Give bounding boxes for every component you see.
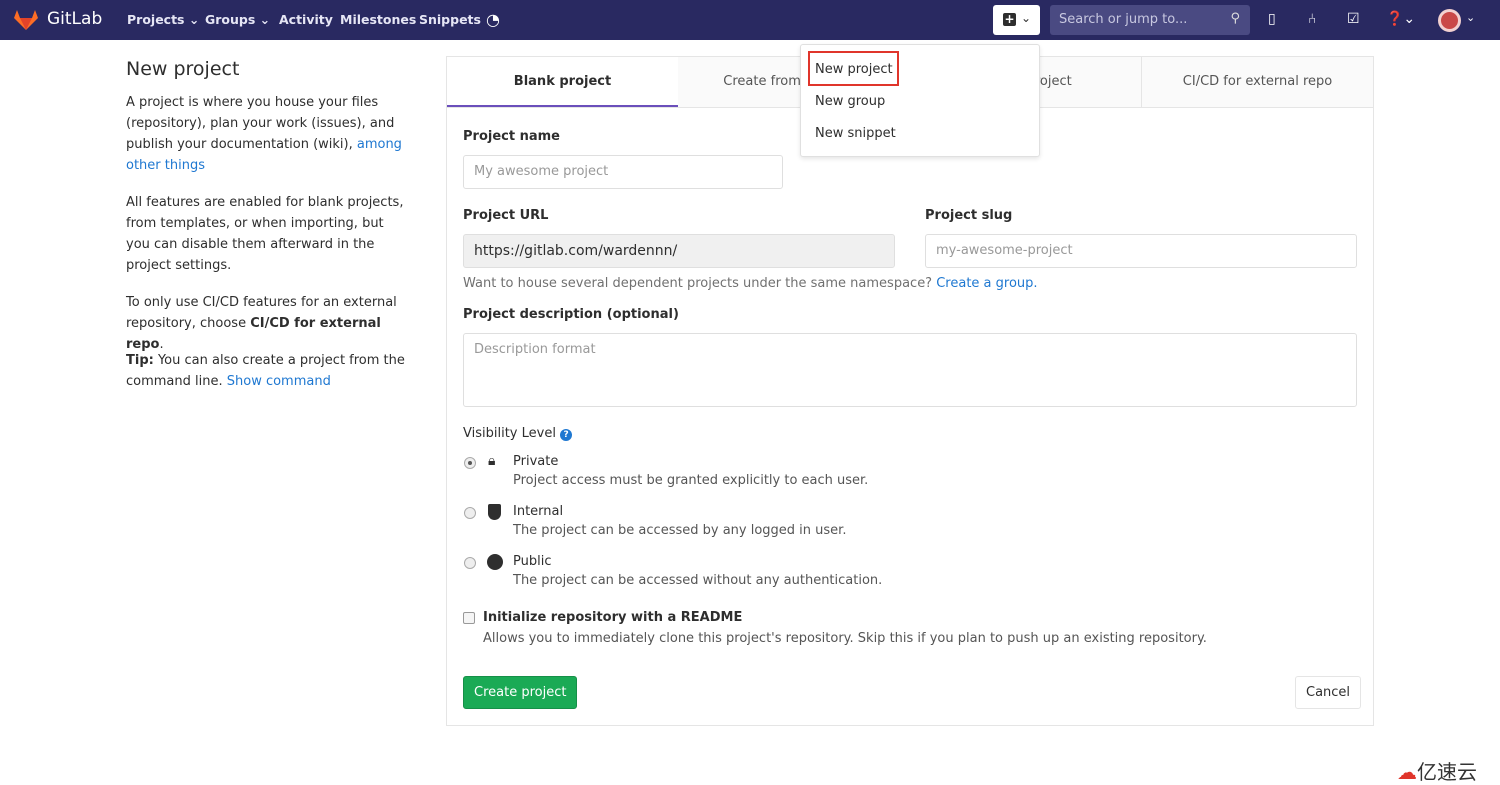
visibility-private-desc: Project access must be granted explicitl… bbox=[513, 473, 869, 488]
visibility-public-desc: The project can be accessed without any … bbox=[513, 573, 883, 588]
new-dropdown-menu: New project New group New snippet bbox=[800, 44, 1040, 157]
shield-icon bbox=[488, 504, 501, 520]
features-text: All features are enabled for blank proje… bbox=[126, 195, 404, 273]
readme-label[interactable]: Initialize repository with a README bbox=[483, 610, 742, 625]
visibility-private-radio[interactable] bbox=[464, 457, 476, 469]
cicd-text: To only use CI/CD features for an extern… bbox=[126, 295, 397, 352]
menu-item-new-project[interactable]: New project bbox=[815, 62, 893, 77]
merge-requests-icon[interactable]: ⑃ bbox=[1308, 11, 1316, 27]
project-slug-label: Project slug bbox=[925, 208, 1013, 223]
visibility-internal-radio[interactable] bbox=[464, 507, 476, 519]
group-help-text: Want to house several dependent projects… bbox=[463, 276, 1038, 291]
dashboard-gauge-icon[interactable]: ◔ bbox=[486, 10, 500, 29]
chevron-down-icon[interactable]: ⌄ bbox=[1466, 11, 1475, 24]
nav-projects[interactable]: Projects ⌄ bbox=[127, 12, 199, 27]
visibility-public-title: Public bbox=[513, 554, 552, 569]
visibility-private-title: Private bbox=[513, 454, 559, 469]
menu-item-new-group[interactable]: New group bbox=[815, 94, 885, 109]
lock-icon: 🔒︎ bbox=[488, 453, 496, 469]
project-name-label: Project name bbox=[463, 129, 560, 144]
tab-cicd-external-repo[interactable]: CI/CD for external repo bbox=[1141, 57, 1373, 107]
create-group-link[interactable]: Create a group. bbox=[936, 276, 1037, 291]
todos-icon[interactable]: ☑ bbox=[1347, 11, 1360, 27]
intro-text: A project is where you house your files … bbox=[126, 95, 402, 173]
project-url-namespace[interactable]: https://gitlab.com/wardennn/ bbox=[463, 234, 895, 268]
tab-blank-project[interactable]: Blank project bbox=[447, 57, 678, 107]
nav-groups[interactable]: Groups ⌄ bbox=[205, 12, 270, 27]
show-command-link[interactable]: Show command bbox=[227, 374, 331, 389]
readme-checkbox[interactable] bbox=[463, 612, 475, 624]
cancel-button[interactable]: Cancel bbox=[1295, 676, 1362, 709]
avatar[interactable] bbox=[1438, 9, 1461, 32]
description-label: Project description (optional) bbox=[463, 307, 679, 322]
visibility-public-radio[interactable] bbox=[464, 557, 476, 569]
page-title: New project bbox=[126, 58, 240, 80]
visibility-label: Visibility Level ? bbox=[463, 426, 573, 441]
description-textarea[interactable]: Description format bbox=[463, 333, 1357, 407]
top-navbar: GitLab Projects ⌄ Groups ⌄ Activity Mile… bbox=[0, 0, 1500, 40]
nav-activity[interactable]: Activity bbox=[279, 12, 333, 27]
project-url-label: Project URL bbox=[463, 208, 549, 223]
nav-snippets[interactable]: Snippets bbox=[419, 12, 481, 27]
help-icon[interactable]: ❓⌄ bbox=[1386, 11, 1415, 27]
question-circle-icon[interactable]: ? bbox=[560, 429, 573, 441]
project-slug-input[interactable]: my-awesome-project bbox=[925, 234, 1357, 268]
new-dropdown-button[interactable]: + ⌄ bbox=[993, 5, 1040, 35]
readme-help: Allows you to immediately clone this pro… bbox=[483, 631, 1207, 646]
create-project-button[interactable]: Create project bbox=[463, 676, 578, 709]
globe-icon bbox=[487, 554, 503, 570]
brand-name[interactable]: GitLab bbox=[47, 9, 102, 29]
search-input[interactable]: Search or jump to... ⚲ bbox=[1050, 5, 1250, 35]
menu-item-new-snippet[interactable]: New snippet bbox=[815, 126, 896, 141]
nav-milestones[interactable]: Milestones bbox=[340, 12, 416, 27]
tip-text: Tip: You can also create a project from … bbox=[126, 353, 405, 389]
issues-icon[interactable]: ▯ bbox=[1268, 11, 1276, 27]
plus-square-icon: + bbox=[1003, 12, 1016, 26]
visibility-internal-desc: The project can be accessed by any logge… bbox=[513, 523, 847, 538]
project-name-input[interactable]: My awesome project bbox=[463, 155, 783, 189]
search-icon: ⚲ bbox=[1230, 11, 1240, 26]
gitlab-logo-icon[interactable] bbox=[13, 9, 39, 31]
chevron-down-icon: ⌄ bbox=[1021, 11, 1032, 25]
visibility-internal-title: Internal bbox=[513, 504, 564, 519]
